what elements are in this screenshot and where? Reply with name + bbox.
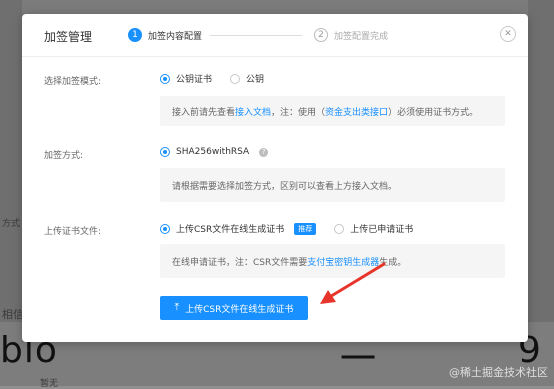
radio-checked-icon xyxy=(160,223,170,234)
radio-unchecked-icon xyxy=(230,73,241,84)
step-2-number: 2 xyxy=(314,28,328,42)
help-icon[interactable]: ? xyxy=(259,147,269,157)
fund-payout-api-link[interactable]: 资金支出类接口 xyxy=(325,105,388,118)
background-small-text: 暂无 xyxy=(40,379,59,389)
mode-label: 选择加签模式: xyxy=(44,77,102,87)
radio-upload-existing-cert[interactable]: 上传已申请证书 xyxy=(334,222,413,235)
upload-icon: ⤒ xyxy=(174,302,180,313)
step-1-number: 1 xyxy=(128,28,142,42)
hint-text: 接入前请先查看 xyxy=(172,107,236,118)
upload-label: 上传证书文件: xyxy=(44,227,102,237)
dialog-header: 加签管理 1 加签内容配置 2 加签配置完成 ✕ xyxy=(22,14,528,57)
radio-label: SHA256withRSA xyxy=(176,147,250,157)
radio-upload-csr[interactable]: 上传CSR文件在线生成证书 推荐 xyxy=(160,222,317,235)
method-radio-group: SHA256withRSA ? xyxy=(160,147,269,157)
step-1-label: 加签内容配置 xyxy=(148,31,203,42)
radio-label: 上传已申请证书 xyxy=(350,225,414,235)
step-2: 2 加签配置完成 xyxy=(314,28,388,42)
step-1: 1 加签内容配置 xyxy=(128,28,202,42)
radio-checked-icon xyxy=(160,147,170,157)
step-connector xyxy=(210,35,302,36)
method-hint: 请根据需要选择加签方式，区别可以查看上方接入文档。 xyxy=(160,168,505,202)
radio-checked-icon xyxy=(160,73,170,84)
upload-csr-button[interactable]: ⤒ 上传CSR文件在线生成证书 xyxy=(160,296,308,320)
radio-unchecked-icon xyxy=(334,223,345,234)
hint-text: ）必须使用证书方式。 xyxy=(388,107,479,118)
upload-button-label: 上传CSR文件在线生成证书 xyxy=(185,304,294,315)
step-2-label: 加签配置完成 xyxy=(334,31,389,42)
hint-text: ，注：使用（ xyxy=(271,107,326,118)
radio-label: 上传CSR文件在线生成证书 xyxy=(176,225,285,235)
radio-label: 公钥证书 xyxy=(176,75,213,85)
mode-hint: 接入前请先查看 接入文档 ，注：使用（ 资金支出类接口 ）必须使用证书方式。 xyxy=(160,96,505,126)
close-icon[interactable]: ✕ xyxy=(500,26,516,42)
annotation-arrow xyxy=(320,262,386,304)
access-docs-link[interactable]: 接入文档 xyxy=(235,105,271,118)
background-label: 方式 xyxy=(2,219,21,229)
radio-public-key-cert[interactable]: 公钥证书 xyxy=(160,72,212,85)
radio-label: 公钥 xyxy=(246,75,265,85)
upload-radio-group: 上传CSR文件在线生成证书 推荐 上传已申请证书 xyxy=(160,222,413,235)
radio-public-key[interactable]: 公钥 xyxy=(230,72,264,85)
recommended-badge: 推荐 xyxy=(294,222,317,235)
radio-sha256withrsa[interactable]: SHA256withRSA ? xyxy=(160,147,269,157)
method-label: 加签方式: xyxy=(44,151,84,161)
watermark: @稀土掘金技术社区 xyxy=(449,366,548,379)
mode-radio-group: 公钥证书 公钥 xyxy=(160,72,264,85)
signing-management-dialog: 加签管理 1 加签内容配置 2 加签配置完成 ✕ 选择加签模式: 公钥证书 公钥… xyxy=(22,14,528,342)
hint-text: 在线申请证书，注：CSR文件需要 xyxy=(172,257,308,268)
dialog-title: 加签管理 xyxy=(44,30,93,44)
